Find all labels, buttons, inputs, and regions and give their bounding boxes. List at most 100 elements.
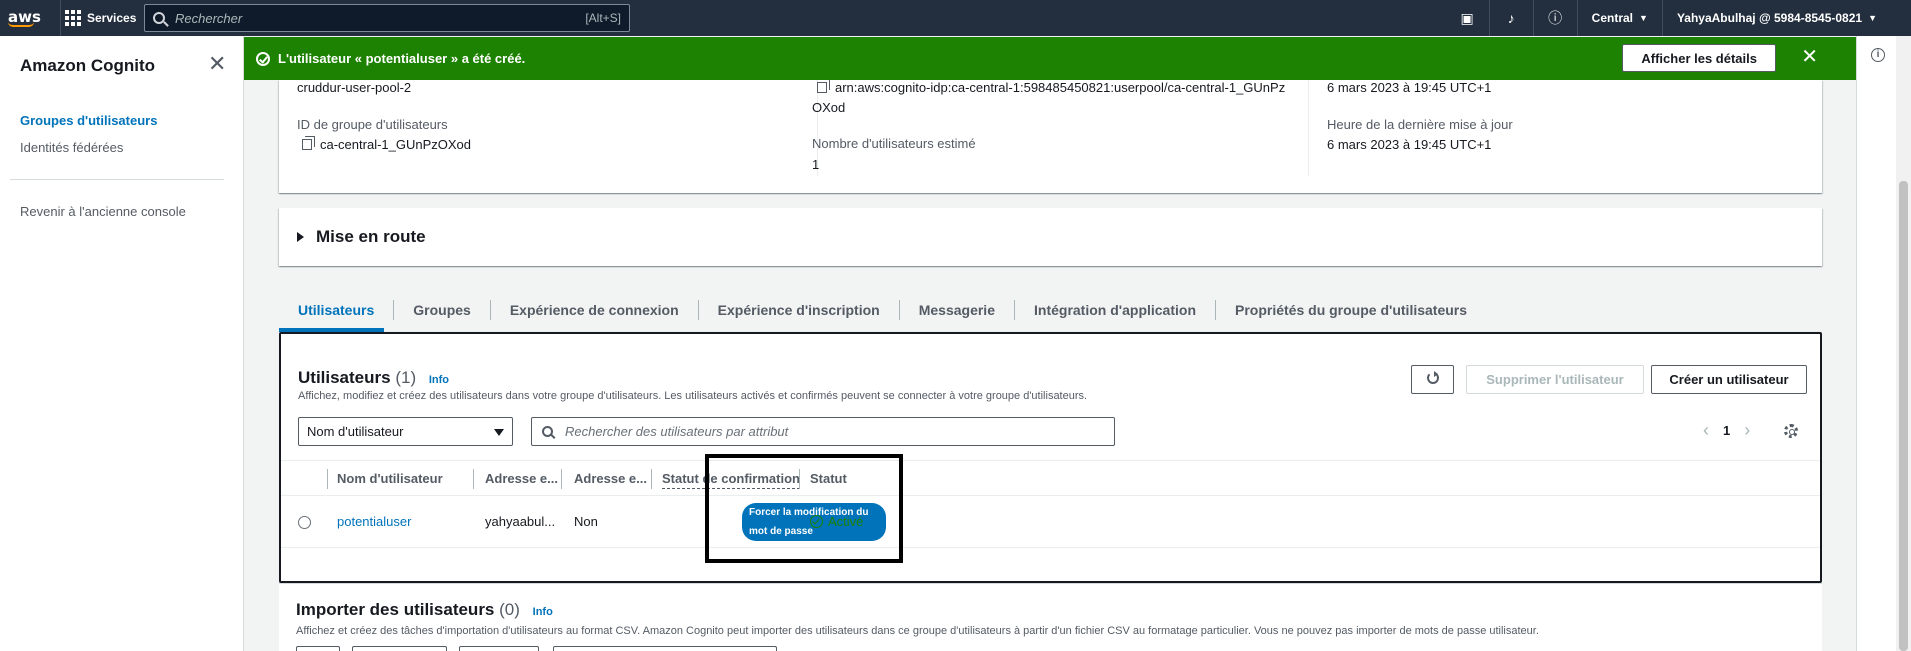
tab-sign-up-experience[interactable]: Expérience d'inscription — [699, 299, 900, 320]
scrollbar-thumb[interactable] — [1899, 181, 1908, 651]
pool-id-text: ca-central-1_GUnPzOXod — [320, 137, 472, 152]
getting-started-expander[interactable]: Mise en route — [279, 208, 1822, 266]
import-toolbar-button[interactable] — [296, 646, 340, 651]
import-toolbar-button[interactable] — [459, 646, 539, 651]
page-number[interactable]: 1 — [1723, 423, 1730, 438]
column-separator — [327, 469, 328, 489]
view-details-button[interactable]: Afficher les détails — [1622, 44, 1776, 72]
chevron-left-icon[interactable]: ‹ — [1703, 420, 1709, 441]
search-shortcut: [Alt+S] — [585, 11, 621, 25]
check-circle-icon — [256, 51, 270, 66]
aws-logo[interactable]: aws — [0, 7, 60, 27]
top-nav-bar: aws Services [Alt+S] ▣ ♪ ⓘ Central ▼ Yahy… — [0, 0, 1911, 36]
username-link[interactable]: potentialuser — [337, 514, 411, 529]
arn-line-1: arn:aws:cognito-idp:ca-central-1:5984854… — [835, 80, 1286, 95]
region-label: Central — [1591, 11, 1634, 25]
sidebar-item-user-pools[interactable]: Groupes d'utilisateurs — [20, 113, 157, 128]
sidebar-item-legacy-console[interactable]: Revenir à l'ancienne console — [20, 204, 186, 219]
arn-line-2: OXod — [812, 100, 846, 115]
cloudshell-icon[interactable]: ▣ — [1446, 0, 1490, 36]
col-email-verified[interactable]: Adresse e... — [574, 471, 647, 486]
attribute-select[interactable]: Nom d'utilisateur — [298, 417, 513, 446]
pool-tabs: Utilisateurs Groupes Expérience de conne… — [279, 288, 1822, 332]
user-search-input[interactable] — [565, 424, 1104, 439]
pool-name-value: cruddur-user-pool-2 — [297, 80, 412, 95]
chevron-right-icon[interactable]: › — [1744, 420, 1750, 441]
bell-icon[interactable]: ♪ — [1490, 0, 1534, 36]
global-search[interactable]: [Alt+S] — [144, 4, 630, 32]
gear-icon[interactable] — [1784, 424, 1798, 438]
getting-started-title: Mise en route — [316, 227, 426, 246]
sidebar: Amazon Cognito ✕ Groupes d'utilisateurs … — [0, 36, 244, 651]
users-title: Utilisateurs — [298, 368, 391, 387]
import-count: (0) — [499, 600, 520, 619]
tab-pool-properties[interactable]: Propriétés du groupe d'utilisateurs — [1216, 300, 1486, 320]
sidebar-divider — [10, 179, 224, 180]
users-table-header: Nom d'utilisateur Adresse e... Adresse e… — [281, 460, 1820, 496]
import-info-link[interactable]: Info — [533, 606, 553, 618]
caret-down-icon: ▼ — [1868, 13, 1877, 23]
column-separator — [561, 469, 562, 489]
help-rail: i — [1856, 36, 1896, 651]
account-menu[interactable]: YahyaAbulhaj @ 5984-8545-0821 ▼ — [1663, 0, 1911, 36]
users-description: Affichez, modifiez et créez des utilisat… — [298, 390, 1088, 402]
column-separator — [651, 469, 652, 489]
tab-users[interactable]: Utilisateurs — [279, 299, 395, 320]
caret-right-icon — [297, 232, 304, 242]
tab-messaging[interactable]: Messagerie — [900, 299, 1015, 320]
services-menu-button[interactable]: Services — [60, 0, 144, 36]
attribute-select-value: Nom d'utilisateur — [307, 424, 404, 439]
search-icon — [153, 12, 165, 24]
close-icon[interactable]: ✕ — [1801, 47, 1818, 67]
annotation-highlight-box — [705, 454, 903, 563]
pool-id-label: ID de groupe d'utilisateurs — [297, 117, 448, 132]
column-separator — [473, 469, 474, 489]
col-username[interactable]: Nom d'utilisateur — [337, 471, 443, 486]
copy-icon[interactable] — [817, 79, 830, 93]
flash-message: L'utilisateur « potentialuser » a été cr… — [278, 51, 526, 66]
row-select-radio[interactable] — [298, 516, 311, 529]
tab-app-integration[interactable]: Intégration d'application — [1015, 299, 1216, 320]
tab-sign-in-experience[interactable]: Expérience de connexion — [491, 299, 699, 320]
sidebar-title: Amazon Cognito — [20, 56, 156, 75]
updated-time-label: Heure de la dernière mise à jour — [1327, 117, 1513, 132]
page-scrollbar[interactable] — [1896, 36, 1911, 651]
help-icon[interactable]: ⓘ — [1534, 0, 1578, 36]
users-panel: Utilisateurs (1) Info Affichez, modifiez… — [279, 332, 1822, 583]
import-title: Importer des utilisateurs — [296, 600, 495, 619]
import-heading: Importer des utilisateurs (0) Info — [296, 600, 553, 620]
user-count-label: Nombre d'utilisateurs estimé — [812, 136, 976, 151]
sidebar-item-federated-identities[interactable]: Identités fédérées — [20, 140, 123, 155]
pagination: ‹ 1 › — [1703, 420, 1750, 441]
search-icon — [542, 426, 553, 437]
refresh-icon — [1426, 371, 1439, 384]
import-toolbar-button[interactable] — [352, 646, 447, 651]
region-selector[interactable]: Central ▼ — [1578, 0, 1663, 36]
delete-user-button[interactable]: Supprimer l'utilisateur — [1466, 365, 1644, 394]
col-email[interactable]: Adresse e... — [485, 471, 558, 486]
created-time-value: 6 mars 2023 à 19:45 UTC+1 — [1327, 80, 1492, 95]
users-heading: Utilisateurs (1) Info — [298, 368, 449, 388]
copy-icon[interactable] — [302, 136, 315, 150]
import-users-panel: Importer des utilisateurs (0) Info Affic… — [279, 583, 1822, 651]
user-search[interactable] — [531, 417, 1115, 446]
updated-time-value: 6 mars 2023 à 19:45 UTC+1 — [1327, 137, 1492, 152]
email-verified-cell: Non — [574, 514, 598, 529]
grid-icon — [65, 10, 81, 26]
caret-down-icon — [494, 429, 504, 436]
close-icon[interactable]: ✕ — [208, 53, 226, 75]
users-count: (1) — [395, 368, 417, 387]
create-user-button[interactable]: Créer un utilisateur — [1651, 365, 1807, 394]
import-search-input[interactable] — [553, 646, 777, 651]
email-cell: yahyaabul... — [485, 514, 556, 529]
global-search-input[interactable] — [175, 10, 586, 26]
users-info-link[interactable]: Info — [429, 374, 449, 386]
table-row: potentialuser yahyaabul... Non Forcer la… — [281, 496, 1820, 548]
refresh-button[interactable] — [1411, 365, 1454, 394]
column-divider — [1308, 80, 1309, 176]
nav-right-group: ▣ ♪ ⓘ Central ▼ YahyaAbulhaj @ 5984-8545-… — [1446, 0, 1911, 36]
user-count-value: 1 — [812, 157, 820, 172]
tab-groups[interactable]: Groupes — [394, 299, 491, 320]
info-icon[interactable]: i — [1871, 48, 1885, 62]
aws-logo-text: aws — [8, 7, 41, 26]
